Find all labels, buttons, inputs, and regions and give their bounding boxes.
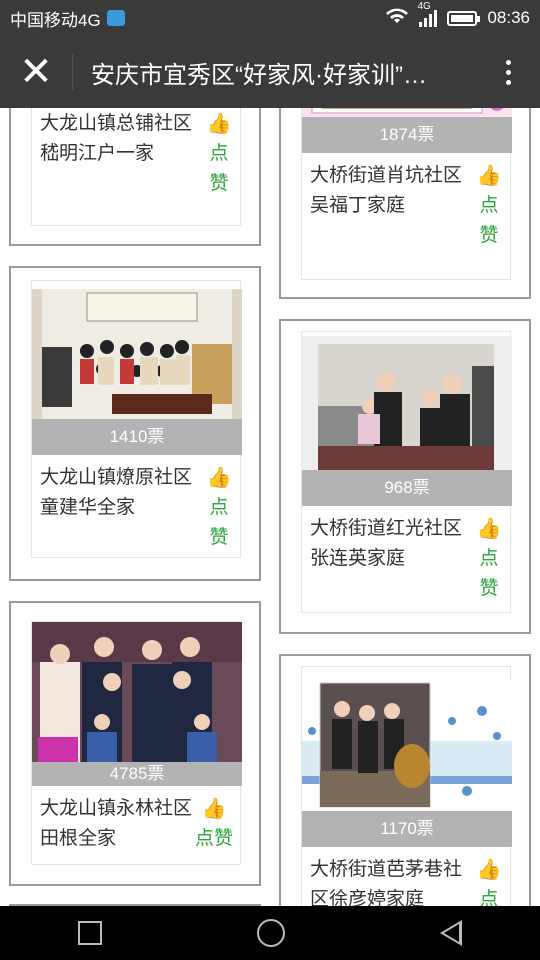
thumbs-up-icon: 👍 [201, 798, 227, 820]
vote-count: 968票 [302, 470, 512, 506]
list-item[interactable]: 大龙山镇总铺社区嵇明江户一家 👍 点赞 [9, 108, 261, 246]
card-inner: 大龙山镇总铺社区嵇明江户一家 👍 点赞 [31, 108, 241, 226]
square-icon[interactable] [77, 921, 102, 945]
thumbs-up-icon: 👍 [206, 113, 232, 135]
family-name: 大桥街道芭茅巷社区徐彦婷家庭 [310, 859, 463, 906]
family-name: 大龙山镇总铺社区嵇明江户一家 [40, 113, 193, 164]
family-name: 大桥街道肖坑社区吴福丁家庭 [310, 165, 463, 216]
like-label: 点赞 [209, 497, 229, 548]
sim-icon [106, 10, 125, 26]
family-name: 大桥街道红光社区张连英家庭 [310, 518, 463, 569]
like-label: 点赞 [209, 143, 229, 194]
card-inner: 968票 大桥街道红光社区张连英家庭 👍 点赞 [301, 331, 512, 614]
card-info: 大桥街道肖坑社区吴福丁家庭 👍 点赞 [302, 153, 512, 281]
card-info: 大龙山镇总铺社区嵇明江户一家 👍 点赞 [32, 108, 242, 225]
status-right: 4G 08:36 [385, 1, 530, 30]
close-icon[interactable]: ✕ [0, 36, 72, 108]
vote-count: 1874票 [302, 117, 512, 153]
list-item[interactable]: 4785票 大龙山镇永林社区田根全家 👍 点赞 [9, 601, 261, 886]
family-photo[interactable] [32, 289, 242, 419]
thumbs-up-icon: 👍 [476, 518, 502, 540]
card-inner: 1170票 大桥街道芭茅巷社区徐彦婷家庭 👍 点赞 [301, 666, 512, 906]
thumbs-up-icon: 👍 [206, 467, 232, 489]
like-label: 点赞 [479, 889, 499, 906]
status-bar: 中国移动4G 4G 08:36 [0, 0, 540, 36]
card-info: 大桥街道红光社区张连英家庭 👍 点赞 [302, 506, 512, 614]
page-title: 安庆市宜秀区“好家风·好家训”… [91, 61, 427, 89]
like-button[interactable]: 👍 点赞 [202, 463, 236, 553]
list-item[interactable]: 1410票 大龙山镇燎原社区童建华全家 👍 点赞 [9, 266, 261, 581]
wifi-icon [385, 7, 409, 30]
battery-icon [447, 10, 481, 26]
circle-icon[interactable] [256, 919, 285, 947]
family-photo[interactable] [32, 622, 242, 762]
card-info: 大龙山镇燎原社区童建华全家 👍 点赞 [32, 455, 242, 559]
vote-count: 4785票 [32, 762, 242, 786]
like-button[interactable]: 👍 点赞 [202, 109, 236, 199]
like-button[interactable]: 👍 点赞 [192, 794, 236, 854]
triangle-back-icon[interactable] [440, 920, 463, 946]
signal-icon: 4G [417, 1, 438, 27]
like-label: 点赞 [479, 548, 499, 599]
card-info: 大桥街道芭茅巷社区徐彦婷家庭 👍 点赞 [302, 847, 512, 906]
vote-count: 1410票 [32, 419, 242, 455]
family-photo[interactable] [302, 336, 512, 470]
network-type-label: 4G [417, 1, 431, 12]
system-nav-bar [0, 906, 540, 960]
title-bar: ✕ 安庆市宜秀区“好家风·好家训”… [0, 36, 540, 108]
list-item[interactable]: 1874票 大桥街道肖坑社区吴福丁家庭 👍 点赞 [279, 108, 531, 299]
like-label: 点赞 [479, 195, 499, 246]
card-inner: 1874票 大桥街道肖坑社区吴福丁家庭 👍 点赞 [301, 108, 512, 281]
family-photo[interactable] [302, 681, 512, 811]
vote-list[interactable]: 大龙山镇总铺社区嵇明江户一家 👍 点赞 1410票 大龙山镇燎原社区童建华全家 … [0, 108, 540, 906]
carrier-group: 中国移动4G [10, 6, 385, 31]
like-button[interactable]: 👍 点赞 [472, 161, 506, 251]
card-info: 大龙山镇永林社区田根全家 👍 点赞 [32, 786, 242, 866]
carrier-label: 中国移动4G [10, 10, 101, 30]
card-inner: 1410票 大龙山镇燎原社区童建华全家 👍 点赞 [31, 280, 242, 559]
like-button[interactable]: 👍 点赞 [472, 855, 506, 906]
thumbs-up-icon: 👍 [476, 165, 502, 187]
like-button[interactable]: 👍 点赞 [472, 514, 506, 604]
clock: 08:36 [487, 8, 530, 27]
vote-count: 1170票 [302, 811, 512, 847]
list-item[interactable]: 1170票 大桥街道芭茅巷社区徐彦婷家庭 👍 点赞 [279, 654, 531, 906]
family-name: 大龙山镇燎原社区童建华全家 [40, 467, 193, 518]
thumbs-up-icon: 👍 [476, 859, 502, 881]
family-photo[interactable] [302, 108, 512, 117]
family-name: 大龙山镇永林社区田根全家 [40, 798, 193, 849]
like-label: 点赞 [194, 828, 233, 849]
card-inner: 4785票 大龙山镇永林社区田根全家 👍 点赞 [31, 621, 242, 866]
more-vertical-icon[interactable] [476, 59, 540, 85]
list-item[interactable]: 968票 大桥街道红光社区张连英家庭 👍 点赞 [279, 319, 531, 634]
